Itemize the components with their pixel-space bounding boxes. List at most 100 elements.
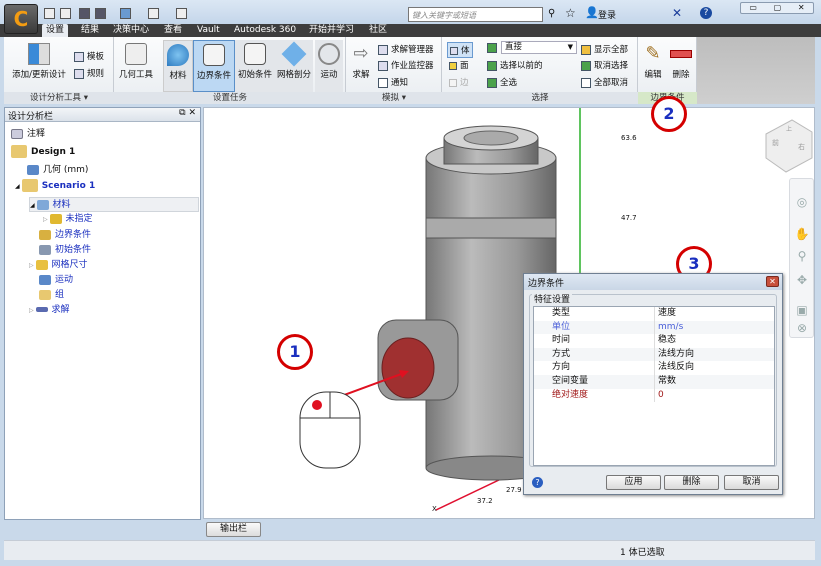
edit-button[interactable]: ✎ 编辑 [640,43,666,80]
view-cube-right[interactable]: 右 [798,142,805,152]
rules-button[interactable]: 规则 [74,67,104,79]
solver-manager-button[interactable]: 求解管理器 [378,43,434,55]
apply-button[interactable]: 应用 [606,475,661,490]
binoculars-icon[interactable]: ⚲ [548,8,555,19]
save-as-icon[interactable] [95,8,106,19]
tree-item-mesh-size[interactable]: ▷ 网格尺寸 [29,258,88,273]
save-icon[interactable] [79,8,90,19]
property-row[interactable]: 空间变量 常数 [534,375,774,389]
property-row[interactable]: 方式 法线方向 [534,347,774,362]
dialog-title-bar[interactable]: 边界条件 [524,274,782,290]
tab-view[interactable]: 查看 [160,24,186,37]
new-icon[interactable] [44,8,55,19]
orbit-icon[interactable]: ✥ [790,270,814,290]
dialog-close-button[interactable]: ✕ [766,276,779,287]
search-input[interactable]: 键入关键字或短语 [408,7,543,22]
property-value[interactable]: mm/s [658,321,683,335]
look-at-icon[interactable]: ▣ [790,300,814,320]
property-value[interactable]: 稳态 [658,334,676,348]
template-button[interactable]: 模板 [74,50,104,62]
property-row[interactable]: 单位 mm/s [534,320,774,335]
property-row[interactable]: 时间 稳态 [534,334,774,348]
geometry-tools-button[interactable]: 几何工具 [116,43,156,80]
help-icon[interactable]: ? [700,7,712,19]
initial-conditions-button[interactable]: 初始条件 [235,40,275,92]
select-body-button[interactable]: 体 [447,42,473,58]
mesh-icon [35,259,48,270]
tab-vault[interactable]: Vault [193,24,224,37]
property-row[interactable]: 方向 法线反向 [534,361,774,375]
view-cube-front[interactable]: 前 [772,138,779,148]
login-button[interactable]: 登录 [598,8,616,21]
tree-item-solve[interactable]: ▷ 求解 [29,303,70,318]
face-icon [449,61,457,70]
geometry-icon [27,164,39,175]
group-label-design-tools[interactable]: 设计分析工具 ▾ [4,92,114,104]
boundary-conditions-button[interactable]: 边界条件 [193,40,235,92]
tree-item-design[interactable]: Design 1 [11,145,75,160]
update-icon[interactable] [120,8,131,19]
zoom-icon[interactable]: ⚲ [790,246,814,266]
property-row[interactable]: 绝对速度 0 [534,388,774,403]
display-icon[interactable] [176,8,187,19]
tree-item-notes[interactable]: 注释 [11,127,45,142]
deselect-button[interactable]: 取消选择 [581,59,628,71]
exchange-icon[interactable]: ✕ [672,6,682,20]
deselect-all-button[interactable]: 全部取消 [581,76,628,88]
mesh-button[interactable]: 网格剖分 [275,40,313,92]
property-value[interactable]: 0 [658,389,664,403]
show-motion-icon[interactable]: ⊗ [790,318,814,338]
steering-wheel-icon[interactable]: ◎ [790,192,814,212]
property-value[interactable]: 速度 [658,307,676,321]
tab-setup[interactable]: 设置 [42,24,69,37]
cancel-button[interactable]: 取消 [724,475,779,490]
select-previous-button[interactable]: 选择以前的 [487,59,543,71]
add-update-design-button[interactable]: 添加/更新设计 [8,43,70,80]
tree-item-materials[interactable]: ◢ 材料 [29,197,199,212]
view-icon[interactable] [148,8,159,19]
material-button[interactable]: 材料 [163,40,193,92]
tab-autodesk-360[interactable]: Autodesk 360 [230,24,300,37]
job-monitor-button[interactable]: 作业监控器 [378,59,434,71]
solve-button[interactable]: ⇨ 求解 [348,43,374,80]
panel-close-icon[interactable]: ⧉ ✕ [179,108,196,118]
tab-decision-center[interactable]: 决策中心 [109,24,153,37]
delete-button[interactable]: 删除 [664,475,719,490]
select-edge-button[interactable]: 边 [449,76,469,88]
tab-getting-started[interactable]: 开始并学习 [305,24,358,37]
axis-label: 63.6 [621,134,637,142]
maximize-button[interactable]: ▢ [774,3,782,13]
minimize-button[interactable]: ▭ [749,3,757,13]
tree-item-initial-conditions[interactable]: 初始条件 [39,243,91,258]
tree-item-motion[interactable]: 运动 [39,273,73,288]
tree-item-geometry[interactable]: 几何 (mm) [27,163,88,178]
open-icon[interactable] [60,8,71,19]
view-cube-top[interactable]: 上 [786,124,792,133]
property-row[interactable]: 类型 速度 [534,307,774,321]
tab-results[interactable]: 结果 [77,24,103,37]
callout-2: 2 [651,96,687,132]
solve-icon [35,307,48,312]
select-all-button[interactable]: 全选 [487,76,517,88]
property-value[interactable]: 法线方向 [658,348,694,362]
delete-button[interactable]: 删除 [668,43,694,80]
tree-item-unassigned[interactable]: ▷ 未指定 [43,212,93,227]
tree-item-boundary-conditions[interactable]: 边界条件 [39,228,91,243]
select-face-button[interactable]: 面 [449,59,469,71]
star-icon[interactable]: ☆ [565,6,576,20]
close-button[interactable]: ✕ [798,3,805,13]
show-all-button[interactable]: 显示全部 [581,43,628,55]
pan-icon[interactable]: ✋ [790,224,814,244]
help-icon[interactable]: ? [532,477,543,488]
property-value[interactable]: 法线反向 [658,361,694,375]
tree-item-scenario[interactable]: ◢ Scenario 1 [15,179,95,194]
selection-mode-dropdown[interactable]: 直接 ▼ [501,41,577,54]
output-bar-button[interactable]: 输出栏 [206,522,261,537]
motion-button[interactable]: 运动 [315,40,343,92]
notify-button[interactable]: 通知 [378,76,408,88]
tab-community[interactable]: 社区 [365,24,391,37]
tree-item-groups[interactable]: 组 [39,288,64,303]
property-value[interactable]: 常数 [658,375,676,389]
application-menu-button[interactable]: C [4,4,38,34]
group-label-simulation[interactable]: 模拟 ▾ [346,92,442,104]
